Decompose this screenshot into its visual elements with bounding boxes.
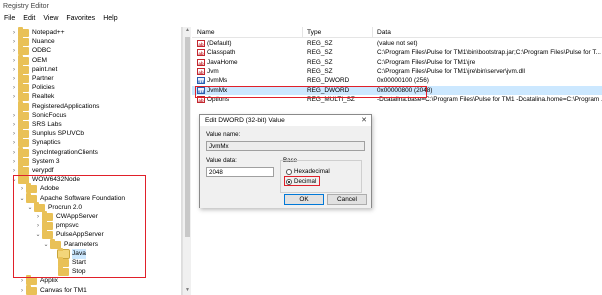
list-row[interactable]: ab (Default) REG_SZ (value not set) bbox=[192, 39, 602, 48]
value-data: C:\Program Files\Pulse for TM1\jre bbox=[377, 58, 476, 66]
list-row[interactable]: 011 JvmMs REG_DWORD 0x00000100 (256) bbox=[192, 76, 602, 85]
string-value-icon: ab bbox=[197, 40, 205, 47]
dialog-body: Value name: JvmMx Value data: 2048 Base … bbox=[200, 126, 371, 208]
window-title: Registry Editor bbox=[0, 0, 602, 14]
value-type: REG_SZ bbox=[307, 67, 333, 75]
value-type: REG_SZ bbox=[307, 58, 333, 66]
list-row[interactable]: ab JavaHome REG_SZ C:\Program Files\Pulse f… bbox=[192, 58, 602, 67]
value-data-input[interactable]: 2048 bbox=[206, 167, 274, 177]
tree-scrollbar[interactable]: ▲ ▼ bbox=[182, 27, 191, 295]
scroll-thumb[interactable] bbox=[185, 37, 190, 237]
tree-item[interactable]: › Canvas for TM1 bbox=[18, 284, 87, 295]
tree-item-label: Stop bbox=[72, 268, 86, 276]
value-name-field[interactable]: JvmMx bbox=[206, 141, 365, 151]
value-data-label: Value data: bbox=[206, 157, 237, 164]
list-header: Name Type Data bbox=[192, 27, 602, 38]
value-data: 0x00000800 (2048) bbox=[377, 86, 433, 94]
scroll-down-icon[interactable]: ▼ bbox=[183, 287, 192, 295]
list-row[interactable]: ab Jvm REG_SZ C:\Program Files\Pulse for TM… bbox=[192, 67, 602, 76]
edit-dword-dialog: Edit DWORD (32-bit) Value ✕ Value name: … bbox=[199, 114, 372, 208]
list-row[interactable]: 011 JvmMx REG_DWORD 0x00000800 (2048) bbox=[192, 85, 602, 95]
value-name-cell: ab Classpath bbox=[197, 49, 236, 57]
list-row[interactable]: ab Options REG_MULTI_SZ -Dcatalina.base=C:\… bbox=[192, 95, 602, 104]
cancel-button[interactable]: Cancel bbox=[327, 194, 367, 205]
tree-item-label: Canvas for TM1 bbox=[40, 286, 87, 294]
menu-edit[interactable]: Edit bbox=[23, 14, 35, 26]
dialog-title: Edit DWORD (32-bit) Value bbox=[205, 117, 285, 124]
chevron-down-icon[interactable]: ⌄ bbox=[26, 203, 34, 213]
hex-radio-label: Hexadecimal bbox=[294, 168, 330, 175]
value-type: REG_MULTI_SZ bbox=[307, 95, 355, 103]
folder-icon bbox=[26, 284, 37, 295]
string-value-icon: ab bbox=[197, 58, 205, 66]
decimal-radio[interactable]: Decimal bbox=[286, 178, 316, 185]
value-name: JvmMs bbox=[207, 77, 228, 85]
value-name-cell: ab (Default) bbox=[197, 40, 232, 47]
value-name-cell: 011 JvmMx bbox=[197, 86, 228, 94]
hex-radio-dot[interactable] bbox=[286, 168, 292, 175]
chevron-down-icon[interactable]: ⌄ bbox=[18, 194, 26, 204]
value-name: Classpath bbox=[207, 49, 236, 57]
string-value-icon: ab bbox=[197, 67, 205, 75]
header-type[interactable]: Type bbox=[307, 29, 321, 36]
scroll-up-icon[interactable]: ▲ bbox=[183, 27, 192, 35]
close-icon[interactable]: ✕ bbox=[361, 116, 367, 124]
chevron-down-icon[interactable]: ⌄ bbox=[42, 240, 50, 250]
menu-bar: File Edit View Favorites Help bbox=[0, 14, 602, 26]
hex-radio[interactable]: Hexadecimal bbox=[286, 168, 330, 175]
value-name-cell: ab JavaHome bbox=[197, 58, 238, 66]
header-data[interactable]: Data bbox=[377, 29, 391, 36]
chevron-down-icon[interactable]: ⌄ bbox=[34, 230, 42, 240]
value-data: 0x00000100 (256) bbox=[377, 77, 429, 85]
value-data: C:\Program Files\Pulse for TM1\jre\bin\s… bbox=[377, 67, 525, 75]
string-value-icon: ab bbox=[197, 49, 205, 57]
folder-icon bbox=[58, 266, 69, 277]
value-data: (value not set) bbox=[377, 40, 418, 47]
base-group bbox=[280, 160, 362, 193]
string-value-icon: ab bbox=[197, 95, 205, 103]
binary-value-icon: 011 bbox=[197, 77, 205, 85]
decimal-radio-label: Decimal bbox=[294, 178, 317, 185]
registry-tree: › Notepad++ › Nuance › ODBC › OEM › paint.net › Par… bbox=[0, 27, 182, 295]
value-name-label: Value name: bbox=[206, 131, 241, 138]
chevron-down-icon[interactable]: ⌄ bbox=[10, 175, 18, 185]
decimal-radio-dot[interactable] bbox=[286, 178, 292, 185]
chevron-right-icon[interactable]: › bbox=[18, 286, 26, 295]
binary-value-icon: 011 bbox=[197, 86, 205, 94]
value-name-cell: 011 JvmMs bbox=[197, 77, 228, 85]
value-name: JavaHome bbox=[207, 58, 238, 66]
list-row[interactable]: ab Classpath REG_SZ C:\Program Files\Pulse … bbox=[192, 48, 602, 57]
value-name: Options bbox=[207, 95, 230, 103]
value-data: -Dcatalina.base=C:\Program Files\Pulse f… bbox=[377, 95, 602, 103]
header-name[interactable]: Name bbox=[197, 29, 215, 36]
value-type: REG_DWORD bbox=[307, 86, 350, 94]
value-name: (Default) bbox=[207, 40, 232, 47]
menu-favorites[interactable]: Favorites bbox=[66, 14, 95, 26]
value-name-cell: ab Options bbox=[197, 95, 230, 103]
value-type: REG_DWORD bbox=[307, 77, 350, 85]
value-name-cell: ab Jvm bbox=[197, 67, 219, 75]
value-name: JvmMx bbox=[207, 86, 228, 94]
ok-button[interactable]: OK bbox=[284, 194, 324, 205]
value-name: Jvm bbox=[207, 67, 219, 75]
menu-view[interactable]: View bbox=[43, 14, 58, 26]
value-data: C:\Program Files\Pulse for TM1\bin\boots… bbox=[377, 49, 601, 57]
menu-file[interactable]: File bbox=[4, 14, 15, 26]
value-type: REG_SZ bbox=[307, 40, 333, 47]
value-type: REG_SZ bbox=[307, 49, 333, 57]
menu-help[interactable]: Help bbox=[103, 14, 117, 26]
